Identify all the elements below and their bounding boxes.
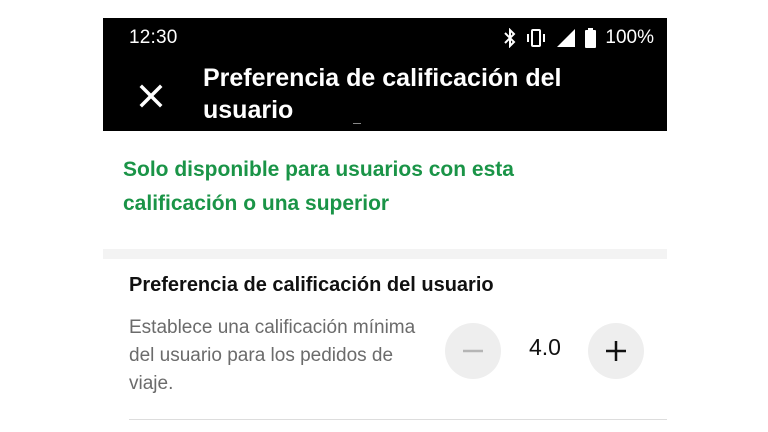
battery-percent: 100% [605, 27, 654, 48]
notice-text: Solo disponible para usuarios con esta c… [123, 158, 514, 215]
plus-icon [606, 341, 626, 361]
increase-rating-button[interactable] [588, 323, 644, 379]
app-bar: Preferencia de calificación del usuario [103, 56, 667, 131]
title-divider [353, 123, 361, 124]
minus-icon [463, 349, 483, 353]
preference-description: Establece una calificación mínima del us… [129, 317, 416, 394]
close-button[interactable] [133, 78, 169, 114]
bluetooth-icon [504, 28, 516, 48]
decrease-rating-button[interactable] [445, 323, 501, 379]
rating-value: 4.0 [529, 334, 561, 360]
status-icons: 100% [504, 27, 654, 49]
status-time: 12:30 [129, 27, 178, 48]
battery-icon [585, 28, 597, 48]
page-title: Preferencia de calificación del usuario [203, 64, 562, 124]
preference-title: Preferencia de calificación del usuario [129, 274, 494, 296]
vibrate-icon [525, 28, 547, 48]
status-bar: 12:30 100% [103, 18, 667, 56]
signal-icon [556, 28, 576, 48]
card-divider [129, 419, 667, 420]
phone-screen: 12:30 100% Preferencia de calificación d… [103, 18, 667, 432]
rating-preference-card: Preferencia de calificación del usuario … [103, 259, 667, 432]
close-icon [139, 84, 163, 108]
availability-notice: Solo disponible para usuarios con esta c… [103, 131, 667, 249]
